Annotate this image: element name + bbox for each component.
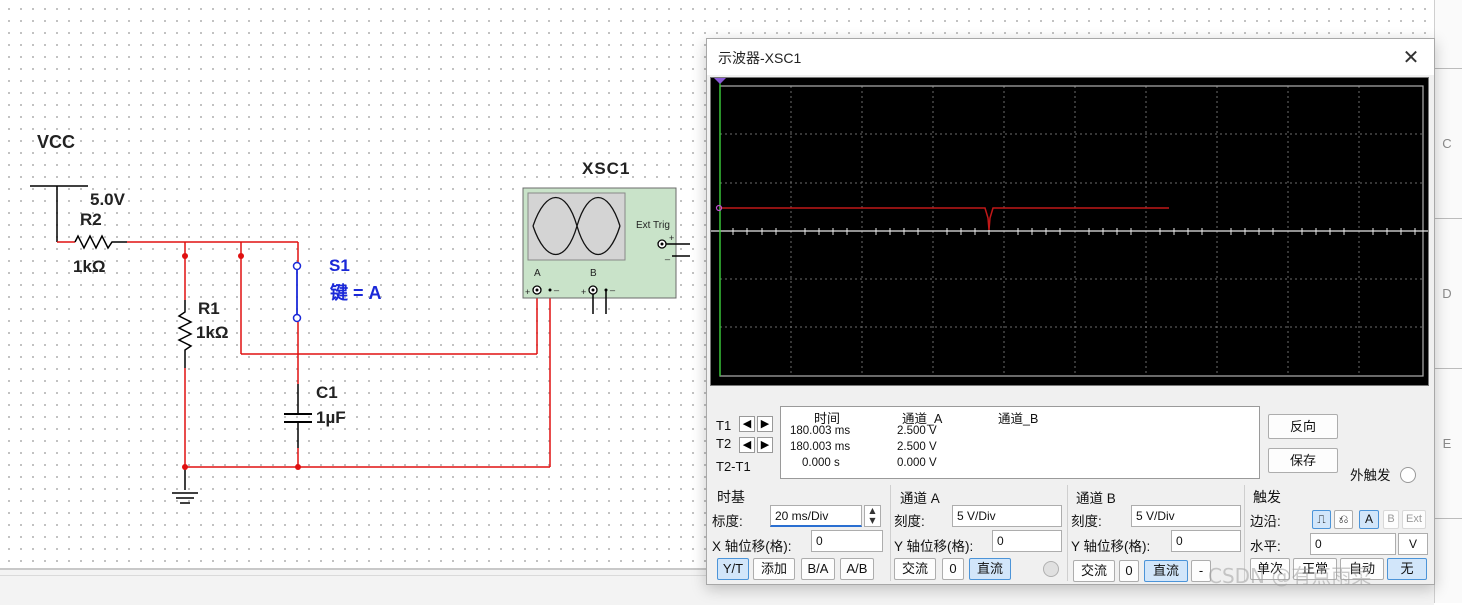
t1-left-arrow-icon[interactable]: ◀ — [739, 416, 755, 432]
trigger-level-unit[interactable]: V — [1398, 533, 1428, 555]
channel-a-scale-label: 刻度: — [894, 514, 925, 529]
channel-b-title: 通道 B — [1076, 491, 1116, 506]
channel-a-scale-input[interactable]: 5 V/Div — [952, 505, 1062, 527]
border-tick — [1434, 68, 1462, 69]
readout-t1-a: 2.500 V — [897, 425, 937, 437]
timebase-stepper-icon[interactable]: ▲ ▼ — [864, 505, 881, 527]
mode-ba-button[interactable]: B/A — [801, 558, 835, 580]
border-zone-e: E — [1442, 436, 1452, 451]
r1-value: 1kΩ — [196, 323, 229, 342]
timebase-scale-label: 标度: — [712, 514, 743, 529]
ext-trig-plus: + — [669, 233, 675, 243]
watermark: CSDN @有点雨菜 — [1208, 564, 1372, 588]
trigger-level-input[interactable]: 0 — [1310, 533, 1396, 555]
channel-b-zero-button[interactable]: 0 — [1119, 560, 1139, 582]
timebase-scale-input[interactable]: 20 ms/Div — [770, 505, 862, 527]
falling-edge-icon[interactable]: ⎌ — [1334, 510, 1353, 529]
save-button[interactable]: 保存 — [1268, 448, 1338, 473]
t2-left-arrow-icon[interactable]: ◀ — [739, 437, 755, 453]
trigger-edge-label: 边沿: — [1250, 514, 1281, 529]
mode-yt-button[interactable]: Y/T — [717, 558, 749, 580]
channel-a-indicator — [1043, 561, 1059, 577]
border-tick — [1434, 368, 1462, 369]
s1-name: S1 — [329, 256, 350, 275]
readout-t2-a: 2.500 V — [897, 441, 937, 453]
trigger-source-a-button[interactable]: A — [1359, 510, 1379, 529]
window-titlebar[interactable]: 示波器-XSC1 ✕ — [707, 39, 1434, 75]
r1-name: R1 — [198, 299, 220, 318]
readout-header-channel-b: 通道_B — [998, 412, 1039, 426]
channel-b-ypos-label: Y 轴位移(格): — [1071, 539, 1151, 554]
t1-right-arrow-icon[interactable]: ▶ — [757, 416, 773, 432]
readout-t1-time: 180.003 ms — [790, 425, 851, 437]
mode-ab-button[interactable]: A/B — [840, 558, 874, 580]
channel-b-ac-button[interactable]: 交流 — [1073, 560, 1115, 582]
r2-value: 1kΩ — [73, 257, 106, 276]
readout-diff-time: 0.000 s — [802, 457, 840, 469]
separator — [890, 485, 891, 581]
timebase-title: 时基 — [717, 489, 745, 505]
channel-a-zero-button[interactable]: 0 — [942, 558, 964, 580]
reverse-button[interactable]: 反向 — [1268, 414, 1338, 439]
ext-trigger-indicator[interactable] — [1400, 467, 1416, 483]
channel-a-ypos-label: Y 轴位移(格): — [894, 539, 974, 554]
channel-b-terminal-label: B — [590, 268, 597, 279]
t2-label: T2 — [716, 436, 732, 451]
trigger-source-ext-button[interactable]: Ext — [1402, 510, 1426, 529]
channel-a-terminal-label: A — [534, 268, 541, 279]
s1-key: 键 = A — [330, 283, 382, 303]
c1-value: 1µF — [316, 408, 346, 427]
sheet-border — [1434, 0, 1462, 603]
ch-a-plus: + — [525, 287, 531, 297]
border-tick — [1434, 218, 1462, 219]
channel-a-ypos-input[interactable]: 0 — [992, 530, 1062, 552]
t2-t1-label: T2-T1 — [716, 459, 751, 474]
timebase-xpos-label: X 轴位移(格): — [712, 539, 792, 554]
readout-diff-a: 0.000 V — [897, 457, 937, 469]
rising-edge-icon[interactable]: ⎍ — [1312, 510, 1331, 529]
window-title: 示波器-XSC1 — [718, 50, 802, 66]
channel-b-dc-button[interactable]: 直流 — [1144, 560, 1188, 582]
trigger-none-button[interactable]: 无 — [1387, 558, 1427, 580]
ch-a-minus: _ — [554, 281, 560, 291]
oscilloscope-window[interactable]: 示波器-XSC1 ✕ T1 ◀ ▶ T2 ◀ ▶ T2-T1 时间 通道_A 通… — [706, 38, 1435, 585]
channel-b-scale-input[interactable]: 5 V/Div — [1131, 505, 1241, 527]
cursor-readout-table: 时间 通道_A 通道_B 180.003 ms 2.500 V 180.003 … — [780, 406, 1260, 479]
channel-b-ypos-input[interactable]: 0 — [1171, 530, 1241, 552]
channel-a-trace — [720, 207, 1169, 231]
border-zone-d: D — [1442, 286, 1452, 301]
c1-name: C1 — [316, 383, 338, 402]
vcc-value: 5.0V — [90, 190, 125, 209]
ext-trig-label: Ext Trig — [636, 220, 670, 231]
ext-trig-minus: _ — [665, 250, 671, 260]
ch-b-minus: _ — [610, 281, 616, 291]
xsc-name: XSC1 — [582, 159, 631, 178]
t2-right-arrow-icon[interactable]: ▶ — [757, 437, 773, 453]
scope-grid — [711, 78, 1428, 377]
channel-b-scale-label: 刻度: — [1071, 514, 1102, 529]
trigger-level-label: 水平: — [1250, 539, 1281, 554]
channel-a-ac-button[interactable]: 交流 — [894, 558, 936, 580]
vcc-label: VCC — [37, 132, 76, 152]
border-zone-c: C — [1442, 136, 1452, 151]
channel-a-dc-button[interactable]: 直流 — [969, 558, 1011, 580]
ch-b-plus: + — [581, 287, 587, 297]
timebase-xpos-input[interactable]: 0 — [811, 530, 883, 552]
ext-trigger-label: 外触发 — [1350, 468, 1391, 483]
separator — [1067, 485, 1068, 581]
readout-t2-time: 180.003 ms — [790, 441, 851, 453]
trigger-source-b-button[interactable]: B — [1383, 510, 1399, 529]
mode-add-button[interactable]: 添加 — [753, 558, 795, 580]
channel-a-title: 通道 A — [900, 491, 940, 506]
trigger-title: 触发 — [1253, 489, 1281, 505]
close-icon[interactable]: ✕ — [1398, 44, 1424, 70]
r2-name: R2 — [80, 210, 102, 229]
t1-label: T1 — [716, 418, 732, 433]
scope-display[interactable] — [710, 77, 1429, 386]
border-tick — [1434, 518, 1462, 519]
